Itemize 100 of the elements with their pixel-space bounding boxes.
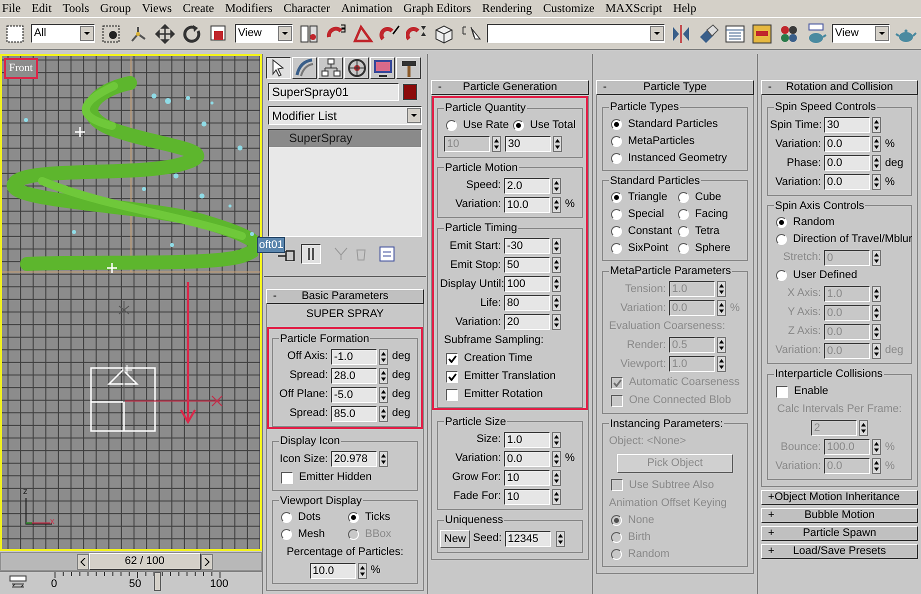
mirror-icon[interactable] (670, 22, 692, 44)
schematic-view-icon[interactable] (751, 22, 773, 44)
checkbox-label[interactable]: Emitter Hidden (299, 469, 372, 486)
radio-label[interactable]: Tetra (695, 223, 720, 240)
menu-item[interactable]: Animation (341, 0, 392, 17)
radio-label[interactable]: Cube (695, 189, 722, 206)
new-seed-button[interactable]: New (440, 530, 470, 548)
radio-button[interactable] (678, 209, 689, 220)
number-field[interactable]: 30 (824, 117, 870, 133)
rollout-header[interactable]: + Particle Spawn (761, 526, 918, 540)
menu-item[interactable]: Edit (32, 0, 52, 17)
radio-button[interactable] (281, 529, 292, 540)
number-field[interactable]: 20 (504, 314, 550, 330)
number-field[interactable]: 20.978 (331, 451, 377, 467)
checkbox[interactable] (446, 370, 458, 382)
number-field[interactable]: 10 (504, 470, 550, 486)
rollout-header[interactable]: +Object Motion Inheritance (761, 490, 918, 504)
track-thumb[interactable] (154, 572, 161, 590)
spinner-arrows-icon[interactable] (552, 450, 561, 466)
checkbox-label[interactable]: Emitter Rotation (464, 386, 543, 403)
radio-button[interactable] (611, 152, 622, 164)
track-bar[interactable]: 0 50 100 (42, 572, 242, 592)
spinner-arrows-icon[interactable] (552, 238, 561, 254)
configure-icon[interactable] (379, 246, 395, 262)
spinner-arrows-icon[interactable] (552, 314, 561, 330)
radio-label[interactable]: Instanced Geometry (628, 150, 728, 166)
radio-button[interactable] (513, 120, 524, 130)
number-field[interactable]: -5.0 (331, 386, 377, 402)
radio-button[interactable] (611, 136, 622, 146)
radio-button[interactable] (611, 209, 622, 220)
number-field[interactable]: 50 (504, 257, 550, 273)
spinner-arrows-icon[interactable] (872, 136, 881, 152)
spinner-arrows-icon[interactable] (358, 562, 367, 578)
radio-label[interactable]: Ticks (365, 509, 390, 526)
menu-item[interactable]: Create (182, 0, 214, 17)
radio-button[interactable] (281, 512, 292, 523)
radio-button[interactable] (348, 512, 359, 523)
move-icon[interactable] (154, 22, 176, 44)
spinner-arrows-icon[interactable] (492, 136, 501, 152)
dropdown[interactable] (487, 24, 665, 43)
command-panel-tab[interactable] (266, 57, 291, 79)
spinner-arrows-icon[interactable] (552, 295, 561, 311)
number-field[interactable]: 0.0 (824, 136, 870, 152)
rollout-header[interactable]: - Rotation and Collision (761, 80, 918, 95)
number-field[interactable]: 0.0 (824, 155, 870, 171)
menu-item[interactable]: Tools (62, 0, 90, 17)
number-field[interactable]: 85.0 (331, 406, 377, 422)
angle-snap-icon[interactable] (352, 22, 374, 44)
radio-label[interactable]: Standard Particles (628, 116, 718, 132)
checkbox[interactable] (446, 388, 458, 400)
object-color-swatch[interactable] (403, 84, 417, 100)
spinner-arrows-icon[interactable] (379, 406, 388, 422)
radio-label[interactable]: Triangle (628, 189, 668, 206)
radio-button[interactable] (611, 226, 622, 237)
number-field[interactable]: 1.0 (504, 432, 550, 448)
radio-label[interactable]: Use Total (530, 116, 576, 134)
menu-item[interactable]: MAXScript (605, 0, 662, 17)
menu-item[interactable]: Graph Editors (403, 0, 472, 17)
spinner-arrows-icon[interactable] (552, 257, 561, 273)
menu-item[interactable]: File (2, 0, 21, 17)
rollout-header[interactable]: + Bubble Motion (761, 508, 918, 522)
menu-item[interactable]: Help (673, 0, 696, 17)
previous-frame-button[interactable] (76, 554, 89, 570)
spinner-arrows-icon[interactable] (379, 386, 388, 402)
radio-label[interactable]: User Defined (793, 267, 858, 284)
number-field[interactable]: 30 (505, 136, 551, 152)
spinner-arrows-icon[interactable] (552, 470, 561, 486)
spinner-arrows-icon[interactable] (872, 117, 881, 133)
radio-label[interactable]: Direction of Travel/Mblur (793, 231, 912, 248)
pivot-icon[interactable] (298, 22, 320, 44)
radio-label[interactable]: Constant (628, 223, 672, 240)
checkbox[interactable] (446, 352, 458, 364)
checkbox-label[interactable]: Enable (794, 383, 828, 400)
spinner-arrows-icon[interactable] (379, 348, 388, 364)
spinner-arrows-icon[interactable] (872, 174, 881, 190)
circle-select-icon[interactable] (100, 22, 122, 44)
number-field[interactable]: 12345 (504, 530, 551, 546)
modifier-list-dropdown[interactable]: Modifier List (268, 106, 422, 125)
show-end-result-button[interactable] (301, 244, 321, 264)
number-field[interactable]: 10.0 (310, 562, 356, 578)
rectangle-select-icon[interactable] (4, 22, 26, 44)
radio-button[interactable] (678, 192, 689, 203)
spinner-arrows-icon[interactable] (872, 155, 881, 171)
number-field[interactable]: 2.0 (504, 178, 550, 194)
radio-button[interactable] (678, 226, 689, 237)
dropdown[interactable]: View (235, 24, 293, 43)
object-name-field[interactable]: SuperSpray01 (268, 83, 399, 101)
menu-item[interactable]: Character (283, 0, 330, 17)
spinner-arrows-icon[interactable] (552, 178, 561, 194)
radio-button[interactable] (446, 120, 457, 130)
number-field[interactable]: 0.0 (824, 174, 870, 190)
menu-item[interactable]: Views (142, 0, 172, 17)
radio-button[interactable] (611, 243, 622, 254)
spinner-arrows-icon[interactable] (552, 488, 561, 504)
radio-label[interactable]: Mesh (298, 526, 325, 543)
checkbox-label[interactable]: Creation Time (464, 350, 532, 367)
track-view-icon[interactable] (724, 22, 746, 44)
next-frame-button[interactable] (200, 554, 213, 570)
menu-item[interactable]: Rendering (482, 0, 532, 17)
rollout-header[interactable]: - Particle Generation (431, 80, 589, 95)
